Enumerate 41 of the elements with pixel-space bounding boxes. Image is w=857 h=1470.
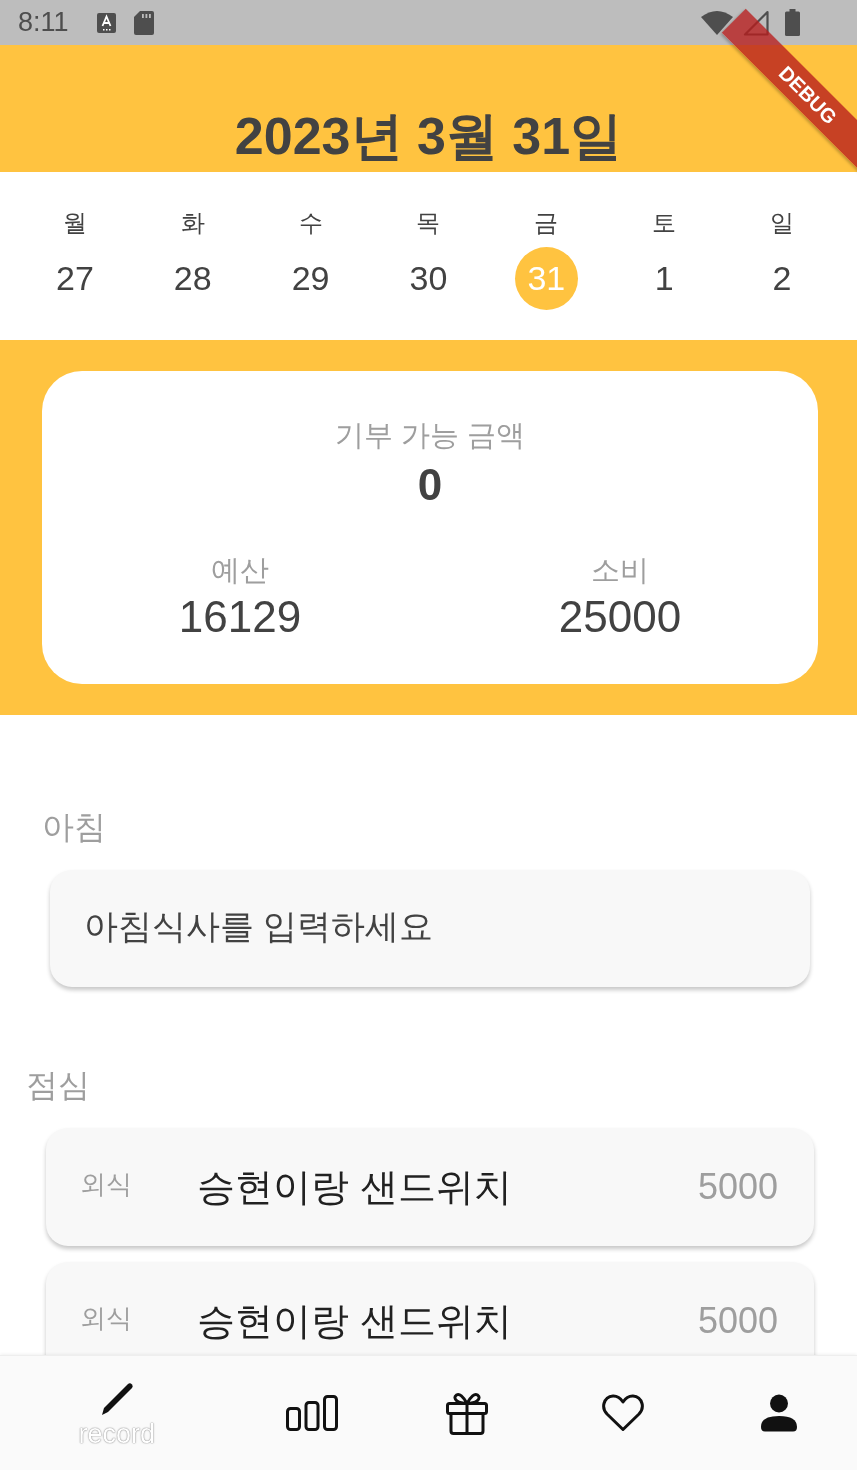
- bar-chart-icon: [285, 1395, 338, 1431]
- donation-amount: 0: [417, 459, 443, 511]
- battery-icon: [785, 9, 800, 36]
- meal-entry-card[interactable]: 외식 승현이랑 샌드위치 5000: [46, 1128, 814, 1246]
- date-button[interactable]: 27: [43, 247, 107, 310]
- date-button[interactable]: 1: [632, 247, 696, 310]
- date-button[interactable]: 2: [750, 247, 814, 310]
- weekday-label: 토: [652, 208, 677, 238]
- category-label: 외식: [80, 1301, 133, 1335]
- person-icon: [760, 1394, 799, 1432]
- category-label: 외식: [80, 1167, 133, 1201]
- date-button[interactable]: 28: [161, 247, 225, 310]
- gift-icon: [446, 1391, 489, 1435]
- meal-name: 승현이랑 샌드위치: [197, 1298, 513, 1344]
- add-meal-button[interactable]: 아침식사를 입력하세요: [50, 870, 810, 987]
- stat-value: 16129: [178, 591, 302, 643]
- weekday-label: 일: [770, 208, 795, 238]
- date-button[interactable]: 29: [279, 247, 343, 310]
- meal-entry-card[interactable]: 외식 승현이랑 샌드위치 5000: [46, 1262, 814, 1355]
- meal-title: 점심: [26, 1066, 90, 1105]
- letter-tile-icon: [96, 12, 116, 33]
- meal-name: 승현이랑 샌드위치: [197, 1164, 513, 1210]
- date-title: 2023년 3월 31일: [234, 106, 623, 166]
- weekday-label: 월: [62, 208, 87, 238]
- heart-icon: [602, 1394, 645, 1432]
- stat-value: 25000: [558, 591, 682, 643]
- weekday-label: 목: [416, 208, 441, 238]
- nav-label: record: [78, 1419, 156, 1449]
- weekday-label: 화: [180, 208, 205, 238]
- weekday-label: 금: [534, 208, 559, 238]
- sd-card-icon: [133, 10, 154, 35]
- price-label: 5000: [697, 1300, 778, 1342]
- wifi-icon: [701, 10, 733, 35]
- weekday-label: 수: [298, 208, 323, 238]
- price-label: 5000: [697, 1166, 778, 1208]
- donation-label: 기부 가능 금액: [334, 418, 526, 453]
- date-button[interactable]: 30: [397, 247, 460, 310]
- meal-title: 아침: [42, 808, 106, 847]
- status-time: 8:11: [18, 9, 69, 36]
- stat-label: 소비: [591, 553, 649, 588]
- stat-label: 예산: [211, 553, 269, 588]
